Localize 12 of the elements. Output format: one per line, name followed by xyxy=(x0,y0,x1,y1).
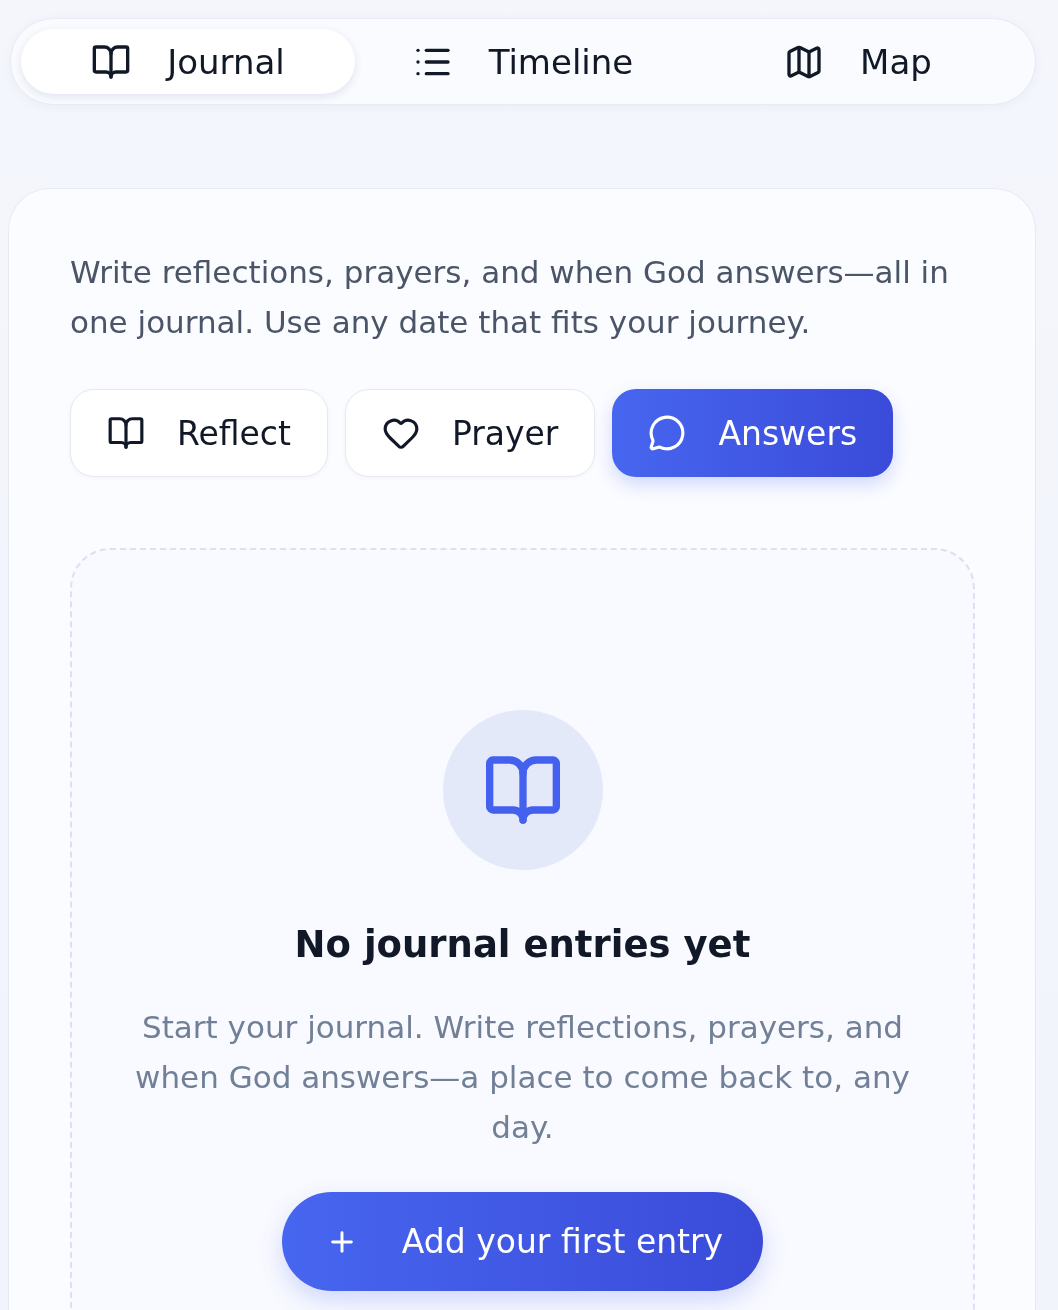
open-book-icon xyxy=(107,414,145,452)
entry-type-button[interactable]: Reflect xyxy=(70,389,328,477)
entry-type-button[interactable]: Prayer xyxy=(344,389,596,477)
journal-description: Write reflections, prayers, and when God answers—all in one journal. Use any date that fits your journey. xyxy=(70,253,950,342)
nav-tab[interactable]: Timeline xyxy=(356,29,690,94)
empty-state-message: Start your journal. Write reflections, prayers, and when God answers—a place to come back to, any day. xyxy=(134,1008,911,1147)
add-entry-button[interactable]: Add your first entry xyxy=(281,1192,764,1291)
entry-type-button[interactable]: Answers xyxy=(612,389,894,477)
nav-tab[interactable]: Journal xyxy=(21,29,355,94)
nav-tab[interactable]: Map xyxy=(691,29,1025,94)
empty-state-title: No journal entries yet xyxy=(294,922,751,968)
speech-bubble-icon xyxy=(648,414,687,452)
